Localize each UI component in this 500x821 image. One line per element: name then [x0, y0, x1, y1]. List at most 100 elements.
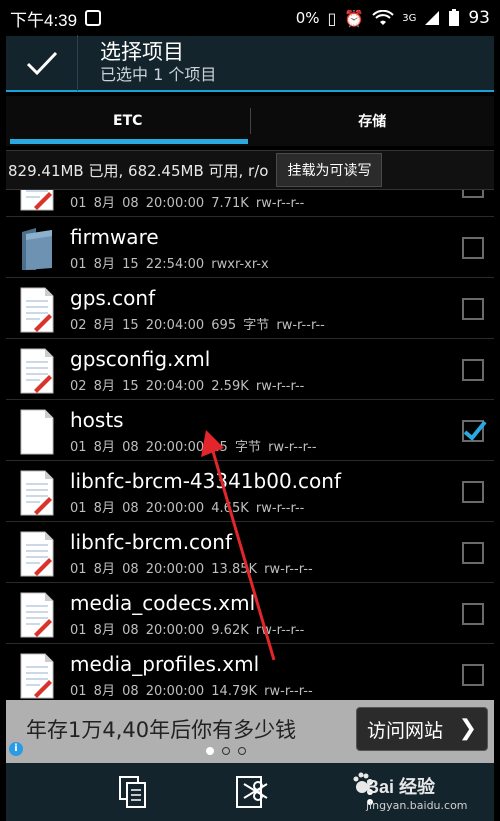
action-subtitle: 已选中 1 个项目 — [100, 65, 217, 84]
tab-storage[interactable]: 存储 — [251, 96, 495, 146]
file-meta: 02 8月 15 20:04:00 695 字节 rw-r--r-- — [70, 314, 325, 333]
file-checkbox[interactable] — [462, 237, 484, 259]
file-size: 4.65K — [211, 501, 249, 516]
text-file-icon — [20, 653, 54, 699]
carousel-dot — [238, 747, 246, 755]
carousel-dot — [206, 747, 214, 755]
text-file-icon — [20, 470, 54, 516]
checkmark-icon — [26, 51, 57, 76]
file-name: gps.conf — [70, 286, 156, 310]
ad-text: 年存1万4,40年后你有多少钱 — [26, 718, 297, 742]
alarm-icon: ⏰ — [344, 8, 365, 28]
wifi-icon — [372, 10, 394, 25]
file-date: 01 8月 08 20:00:00 — [70, 623, 205, 638]
file-row[interactable]: libnfc-brcm-43341b00.conf 01 8月 08 20:00:… — [6, 461, 494, 522]
file-meta: 01 8月 08 20:00:00 13.85K rw-r--r-- — [70, 558, 313, 577]
file-date: 01 8月 08 20:00:00 — [70, 196, 205, 211]
file-perm: rw-r--r-- — [255, 196, 305, 211]
file-checkbox[interactable] — [462, 420, 487, 442]
vibrate-icon: ▯ — [327, 8, 337, 28]
action-bar: 选择项目 已选中 1 个项目 — [6, 35, 494, 92]
file-size: 7.71K — [211, 196, 249, 211]
file-meta: 01 8月 08 20:00:00 4.65K rw-r--r-- — [70, 497, 304, 516]
copy-icon[interactable] — [116, 774, 152, 810]
done-button[interactable] — [6, 35, 78, 91]
file-perm: rw-r--r-- — [264, 562, 313, 577]
baidu-watermark: Bai 经验 jingyan.baidu.com — [352, 767, 482, 817]
status-icons: 0% ▯ ⏰ 3G 93 — [296, 8, 490, 28]
file-date: 01 8月 08 20:00:00 — [70, 562, 205, 577]
ad-banner[interactable]: 年存1万4,40年后你有多少钱 访问网站 ❯ i — [6, 700, 494, 763]
file-meta: 01 8月 15 22:54:00 rwxr-xr-x — [70, 253, 269, 272]
tab-etc[interactable]: ETC — [6, 96, 250, 146]
file-perm: rw-r--r-- — [264, 684, 313, 699]
watermark-url: jingyan.baidu.com — [366, 799, 468, 812]
notification-icon — [85, 10, 102, 26]
cut-icon[interactable] — [234, 774, 270, 810]
file-perm: rwxr-xr-x — [211, 257, 269, 272]
file-date: 01 8月 15 22:54:00 — [70, 257, 205, 272]
checkmark-icon — [463, 420, 487, 441]
file-meta: 01 8月 08 20:00:00 25 字节 rw-r--r-- — [70, 436, 317, 455]
file-date: 01 8月 08 20:00:00 — [70, 440, 205, 455]
file-checkbox[interactable] — [462, 664, 484, 686]
signal-type: 3G — [402, 12, 417, 24]
file-size: 13.85K — [211, 562, 258, 577]
mount-rw-button[interactable]: 挂载为可读写 — [276, 153, 383, 187]
file-size: 695 字节 — [211, 318, 270, 333]
file-row[interactable]: firmware 01 8月 15 22:54:00 rwxr-xr-x — [6, 217, 494, 278]
file-name: firmware — [70, 225, 159, 249]
file-meta: 01 8月 08 20:00:00 9.62K rw-r--r-- — [70, 619, 304, 638]
file-perm: rw-r--r-- — [255, 623, 305, 638]
file-row[interactable]: media_codecs.xml 01 8月 08 20:00:00 9.62K … — [6, 583, 494, 644]
file-checkbox[interactable] — [462, 542, 484, 564]
carousel-dot — [222, 747, 230, 755]
file-row[interactable]: media_profiles.xml 01 8月 08 20:00:00 14.7… — [6, 644, 494, 700]
tab-bar: ETC 存储 — [6, 96, 494, 146]
file-icon — [20, 409, 54, 455]
battery-level: 93 — [468, 8, 490, 28]
folder-icon — [22, 228, 52, 270]
file-size: 14.79K — [211, 684, 258, 699]
file-name: gpsconfig.xml — [70, 347, 211, 371]
file-row[interactable]: libnfc-brcm.conf 01 8月 08 20:00:00 13.85K… — [6, 522, 494, 583]
file-perm: rw-r--r-- — [268, 440, 317, 455]
action-title: 选择项目 — [100, 40, 184, 64]
file-checkbox[interactable] — [462, 298, 484, 320]
file-row[interactable]: 01 8月 08 20:00:00 7.71K rw-r--r-- — [6, 190, 494, 217]
file-date: 01 8月 08 20:00:00 — [70, 501, 205, 516]
selection-titles: 选择项目 已选中 1 个项目 — [78, 40, 216, 86]
file-row[interactable]: hosts 01 8月 08 20:00:00 25 字节 rw-r--r-- — [6, 400, 494, 461]
file-checkbox[interactable] — [462, 603, 484, 625]
file-row[interactable]: gps.conf 02 8月 15 20:04:00 695 字节 rw-r--r… — [6, 278, 494, 339]
status-time: 下午4:39 — [10, 10, 78, 30]
file-list: 01 8月 08 20:00:00 7.71K rw-r--r-- firmwar… — [6, 190, 494, 700]
file-date: 02 8月 15 20:04:00 — [70, 379, 205, 394]
file-checkbox[interactable] — [462, 481, 484, 503]
file-name: libnfc-brcm-43341b00.conf — [70, 469, 341, 493]
file-checkbox[interactable] — [462, 190, 484, 198]
signal-icon — [425, 11, 440, 25]
storage-info: 829.41MB 已用, 682.45MB 可用, r/o — [8, 161, 269, 180]
visit-site-label: 访问网站 — [367, 719, 444, 742]
bottom-toolbar: Bai 经验 jingyan.baidu.com — [6, 763, 494, 821]
status-bar: 下午4:39 0% ▯ ⏰ 3G 93 — [0, 0, 500, 36]
file-meta: 01 8月 08 20:00:00 14.79K rw-r--r-- — [70, 680, 313, 699]
text-file-icon — [20, 592, 54, 638]
file-name: media_profiles.xml — [70, 652, 260, 676]
file-name: libnfc-brcm.conf — [70, 530, 233, 554]
file-row[interactable]: gpsconfig.xml 02 8月 15 20:04:00 2.59K rw-… — [6, 339, 494, 400]
file-checkbox[interactable] — [462, 359, 484, 381]
storage-info-bar: 829.41MB 已用, 682.45MB 可用, r/o 挂载为可读写 — [6, 150, 494, 190]
info-icon[interactable]: i — [9, 742, 23, 756]
file-name: hosts — [70, 408, 124, 432]
text-file-icon — [20, 287, 54, 333]
text-file-icon — [20, 531, 54, 577]
text-file-icon — [20, 348, 54, 394]
visit-site-button[interactable]: 访问网站 ❯ — [356, 707, 488, 751]
chevron-right-icon: ❯ — [458, 716, 477, 741]
file-date: 02 8月 15 20:04:00 — [70, 318, 205, 333]
file-name: media_codecs.xml — [70, 591, 256, 615]
file-meta: 02 8月 15 20:04:00 2.59K rw-r--r-- — [70, 375, 304, 394]
file-perm: rw-r--r-- — [276, 318, 325, 333]
